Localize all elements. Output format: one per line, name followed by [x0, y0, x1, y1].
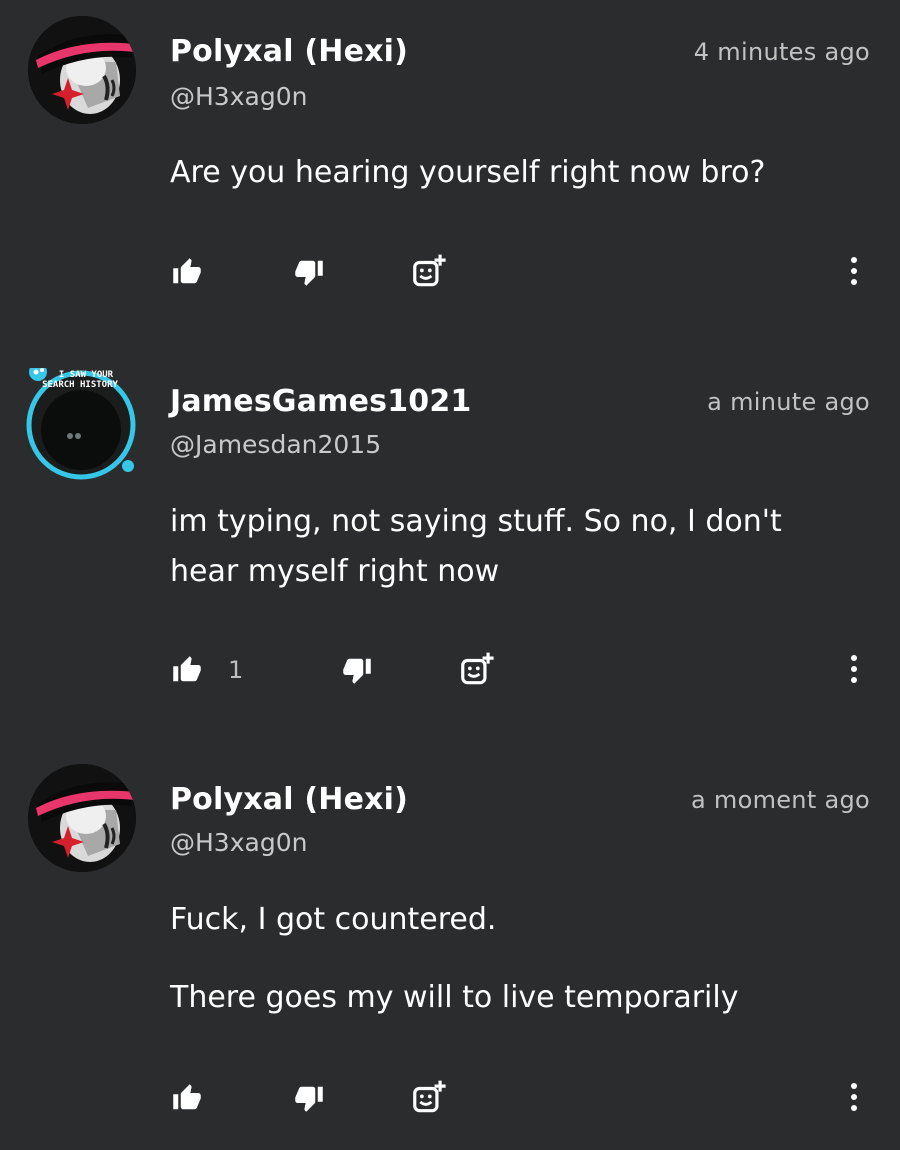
comment-actions [0, 1078, 900, 1118]
comment-body-line: hear myself right now [170, 554, 500, 589]
comment-author-handle[interactable]: @H3xag0n [170, 82, 307, 111]
more-vertical-icon [851, 655, 857, 683]
more-vertical-icon [851, 1083, 857, 1111]
comment-actions: 1 [0, 650, 900, 690]
hat-mask-avatar-icon [28, 16, 136, 124]
comment-author-name[interactable]: Polyxal (Hexi) [170, 34, 408, 69]
comment-body-paragraph: Fuck, I got countered. [170, 902, 497, 937]
more-options-button[interactable] [842, 1078, 866, 1118]
like-count: 1 [228, 656, 244, 684]
dislike-button[interactable] [294, 1078, 324, 1118]
avatar[interactable] [28, 16, 136, 124]
like-button[interactable] [172, 1078, 202, 1118]
thumbs-down-icon [295, 1086, 323, 1112]
hat-mask-avatar-icon [28, 764, 136, 872]
comment-author-handle[interactable]: @Jamesdan2015 [170, 430, 381, 459]
avatar-banner-line: I SAW YOUR [59, 370, 114, 380]
comment-body: Fuck, I got countered. There goes my wil… [170, 895, 860, 1023]
comment-body-line: Are you hearing yourself right now bro? [170, 155, 766, 190]
comment-timestamp: a minute ago [707, 388, 870, 416]
comment-author-name[interactable]: JamesGames1021 [170, 384, 472, 419]
more-vertical-icon [851, 257, 857, 285]
comment-body: im typing, not saying stuff. So no, I do… [170, 497, 860, 597]
like-button[interactable]: 1 [172, 650, 243, 690]
thumbs-down-icon [295, 260, 323, 286]
search-history-avatar-icon: I SAW YOUR SEARCH HISTORY [26, 368, 136, 480]
add-reaction-button[interactable] [410, 252, 448, 292]
comment-body: Are you hearing yourself right now bro? [170, 148, 860, 198]
more-options-button[interactable] [842, 252, 866, 292]
dislike-button[interactable] [342, 650, 372, 690]
comment-body-paragraph: There goes my will to live temporarily [170, 980, 739, 1015]
comment-actions [0, 252, 900, 292]
thumbs-up-icon [173, 656, 201, 682]
avatar[interactable]: I SAW YOUR SEARCH HISTORY [24, 368, 138, 482]
comment-timestamp: a moment ago [690, 786, 870, 814]
like-button[interactable] [172, 252, 202, 292]
add-reaction-button[interactable] [458, 650, 496, 690]
add-reaction-icon [413, 1080, 446, 1113]
add-reaction-icon [413, 254, 446, 287]
thumbs-up-icon [173, 1084, 201, 1110]
thumbs-up-icon [173, 258, 201, 284]
more-options-button[interactable] [842, 650, 866, 690]
comment-author-name[interactable]: Polyxal (Hexi) [170, 782, 408, 817]
comment-body-line: im typing, not saying stuff. So no, I do… [170, 504, 782, 539]
avatar[interactable] [28, 764, 136, 872]
avatar-banner-line: SEARCH HISTORY [42, 380, 118, 390]
comment-timestamp: 4 minutes ago [693, 38, 870, 66]
thumbs-down-icon [343, 658, 371, 684]
dislike-button[interactable] [294, 252, 324, 292]
add-reaction-button[interactable] [410, 1078, 448, 1118]
add-reaction-icon [461, 652, 494, 685]
comment-author-handle[interactable]: @H3xag0n [170, 828, 307, 857]
